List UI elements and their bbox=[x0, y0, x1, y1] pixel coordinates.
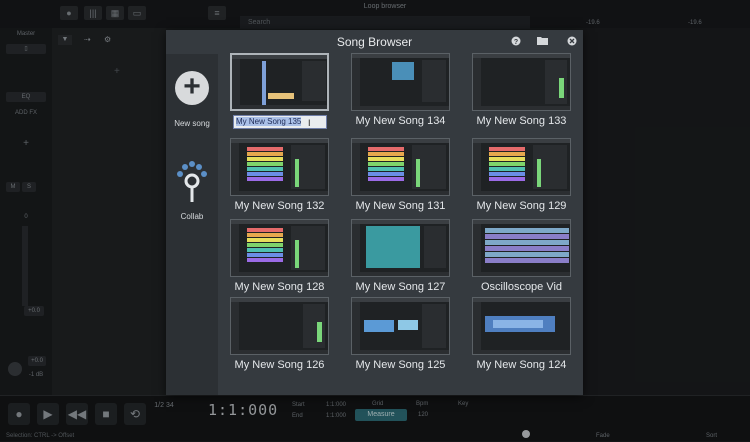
song-thumbnail[interactable] bbox=[351, 53, 450, 111]
dialog-sidebar bbox=[166, 54, 218, 395]
rename-song-input[interactable]: My New Song 135 bbox=[233, 115, 327, 129]
song-thumbnail[interactable] bbox=[351, 138, 450, 196]
song-thumbnail[interactable] bbox=[230, 219, 329, 277]
song-name: My New Song 125 bbox=[355, 359, 446, 371]
song-name: My New Song 126 bbox=[234, 359, 325, 371]
song-thumbnail[interactable] bbox=[472, 219, 571, 277]
song-thumbnail[interactable] bbox=[230, 297, 329, 355]
close-icon[interactable] bbox=[566, 36, 578, 48]
text-cursor-icon: I bbox=[308, 118, 311, 128]
new-song-label[interactable]: New song bbox=[166, 119, 218, 128]
song-thumbnail[interactable] bbox=[351, 297, 450, 355]
song-thumbnail[interactable] bbox=[472, 53, 571, 111]
song-thumbnail[interactable] bbox=[472, 138, 571, 196]
collab-icon[interactable] bbox=[172, 160, 212, 210]
song-browser-dialog: Song Browser ? + New song Collab My New … bbox=[166, 30, 583, 395]
new-song-button[interactable]: + bbox=[175, 71, 209, 105]
song-name: My New Song 132 bbox=[234, 200, 325, 212]
song-thumbnail[interactable] bbox=[230, 138, 329, 196]
collab-label[interactable]: Collab bbox=[166, 212, 218, 221]
folder-icon[interactable] bbox=[536, 36, 548, 48]
song-name: My New Song 133 bbox=[476, 115, 567, 127]
song-name: My New Song 129 bbox=[476, 200, 567, 212]
help-icon[interactable]: ? bbox=[510, 36, 522, 48]
song-name: My New Song 124 bbox=[476, 359, 567, 371]
rename-song-value: My New Song 135 bbox=[236, 117, 302, 126]
song-name: My New Song 128 bbox=[234, 281, 325, 293]
song-thumbnail[interactable] bbox=[351, 219, 450, 277]
svg-text:?: ? bbox=[514, 39, 518, 46]
song-thumbnail[interactable] bbox=[230, 53, 329, 111]
song-name: Oscilloscope Vid bbox=[480, 281, 563, 293]
song-thumbnail[interactable] bbox=[472, 297, 571, 355]
song-name: My New Song 131 bbox=[355, 200, 446, 212]
song-name: My New Song 134 bbox=[355, 115, 446, 127]
song-name: My New Song 127 bbox=[355, 281, 446, 293]
